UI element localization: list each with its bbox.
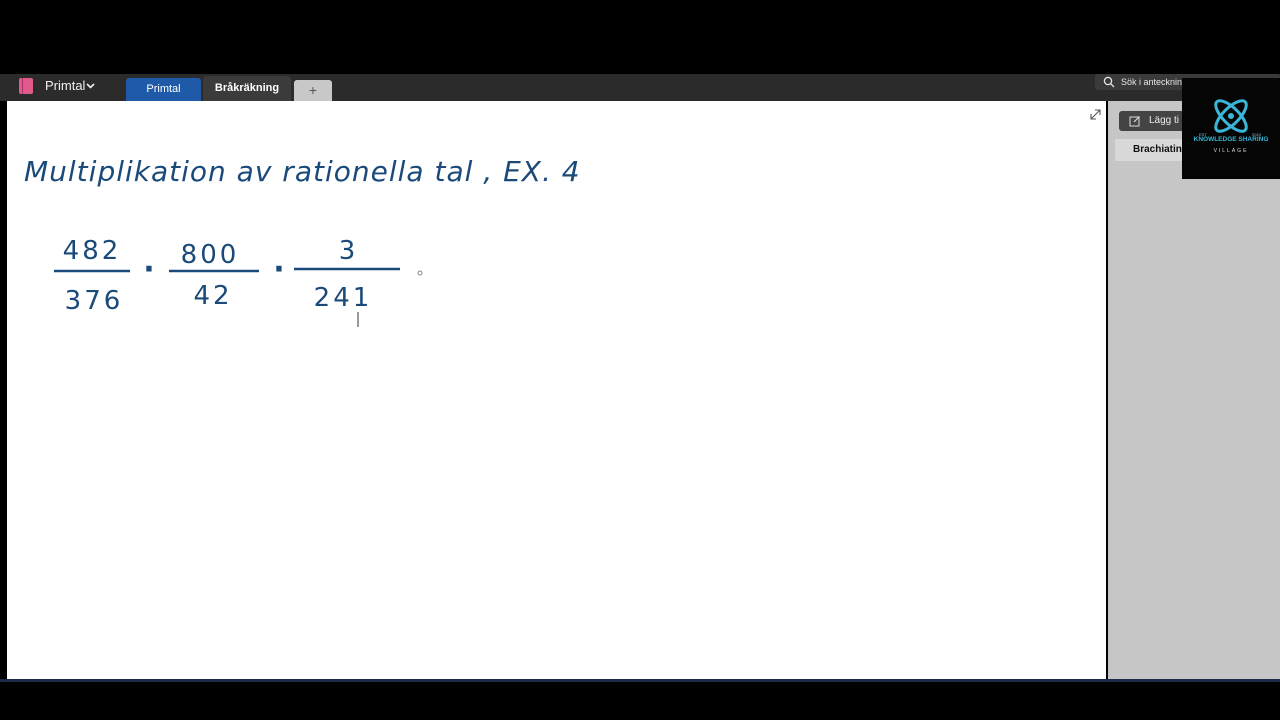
- app-title-bar: Primtal Primtal Bråkräkning + Sök i ante…: [0, 74, 1280, 101]
- logo-subtitle: VILLAGE: [1213, 148, 1249, 154]
- notebook-name[interactable]: Primtal: [45, 78, 85, 93]
- handwritten-title: Multiplikation av rationella tal , EX. 4: [24, 155, 581, 188]
- chevron-down-icon[interactable]: [85, 80, 96, 91]
- multiply-operator-2: ·: [273, 252, 284, 287]
- notebook-icon[interactable]: [19, 78, 33, 94]
- tab-primtal[interactable]: Primtal: [126, 78, 201, 101]
- pen-cursor-dot: [417, 270, 423, 276]
- logo-title: KNOWLEDGE SHARING: [1193, 136, 1269, 143]
- add-section-button[interactable]: +: [294, 80, 332, 101]
- search-placeholder: Sök i anteckning: [1121, 77, 1188, 87]
- atom-logo-icon: [1214, 99, 1248, 133]
- fraction-3-numerator: 3: [339, 236, 356, 266]
- fraction-3-denominator: 241: [314, 283, 373, 313]
- page-title: Brachiating: [1133, 144, 1189, 155]
- fraction-2-denominator: 42: [193, 281, 232, 311]
- handwriting-ink: Multiplikation av rationella tal , EX. 4…: [24, 155, 581, 327]
- watermark-logo: EST 2024 KNOWLEDGE SHARING VILLAGE: [1182, 78, 1280, 179]
- fraction-2-numerator: 800: [181, 240, 240, 270]
- page-list-pane: Lägg ti Brachiating: [1108, 101, 1280, 679]
- search-icon: [1103, 76, 1115, 88]
- fraction-1-numerator: 482: [63, 236, 122, 266]
- fraction-1-denominator: 376: [65, 286, 124, 316]
- new-page-icon: [1129, 116, 1140, 127]
- add-page-label: Lägg ti: [1149, 115, 1180, 126]
- tab-brakrakning[interactable]: Bråkräkning: [203, 76, 291, 101]
- note-canvas[interactable]: Multiplikation av rationella tal , EX. 4…: [7, 101, 1106, 679]
- bottom-edge: [0, 679, 1280, 682]
- multiply-operator-1: ·: [143, 252, 154, 287]
